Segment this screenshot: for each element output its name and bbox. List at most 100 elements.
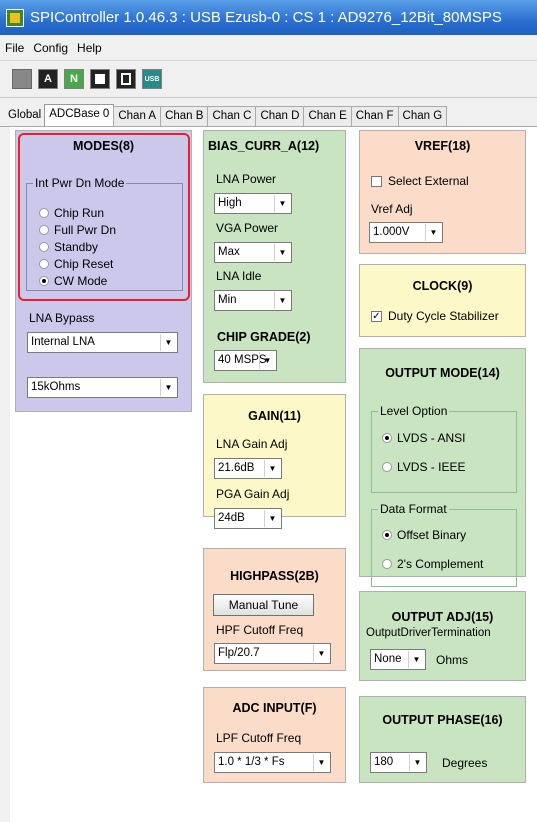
tab-content: MODES(8) Int Pwr Dn Mode Chip Run Full P… bbox=[10, 127, 537, 822]
radio-chip-reset-label: Chip Reset bbox=[54, 257, 114, 271]
lna-power-select[interactable]: High ▼ bbox=[214, 193, 292, 214]
termination-value: None bbox=[374, 653, 402, 665]
lna-power-label: LNA Power bbox=[216, 172, 277, 186]
vref-title: VREF(18) bbox=[414, 139, 471, 153]
lna-gain-select[interactable]: 21.6dB ▼ bbox=[214, 458, 282, 479]
lpf-cutoff-select[interactable]: 1.0 * 1/3 * Fs ▼ bbox=[214, 752, 331, 773]
tab-global[interactable]: Global bbox=[4, 106, 45, 126]
lpf-cutoff-value: 1.0 * 1/3 * Fs bbox=[218, 756, 285, 768]
radio-twos-complement[interactable]: 2's Complement bbox=[382, 557, 483, 571]
radio-full-pwr-dn-dot bbox=[39, 225, 49, 235]
radio-lvds-ieee[interactable]: LVDS - IEEE bbox=[382, 460, 465, 474]
radio-full-pwr-dn[interactable]: Full Pwr Dn bbox=[39, 223, 116, 237]
chevron-down-icon: ▼ bbox=[160, 379, 176, 396]
radio-offset-binary[interactable]: Offset Binary bbox=[382, 528, 466, 542]
chevron-down-icon: ▼ bbox=[274, 292, 290, 309]
radio-lvds-ansi-dot bbox=[382, 433, 392, 443]
radio-lvds-ansi[interactable]: LVDS - ANSI bbox=[382, 431, 465, 445]
tab-chan-b[interactable]: Chan B bbox=[160, 106, 209, 126]
window-title: SPIController 1.0.46.3 : USB Ezusb-0 : C… bbox=[30, 9, 502, 26]
termination-select[interactable]: None ▼ bbox=[370, 649, 426, 670]
chevron-down-icon: ▼ bbox=[264, 510, 280, 527]
highpass-title: HIGHPASS(2B) bbox=[230, 569, 319, 583]
vga-power-select[interactable]: Max ▼ bbox=[214, 242, 292, 263]
radio-chip-run[interactable]: Chip Run bbox=[39, 206, 104, 220]
vga-power-label: VGA Power bbox=[216, 221, 279, 235]
tab-chan-g[interactable]: Chan G bbox=[397, 106, 448, 126]
toolbar-usb-button[interactable]: USB bbox=[142, 69, 162, 89]
chevron-down-icon: ▼ bbox=[408, 651, 424, 668]
tab-chan-f[interactable]: Chan F bbox=[350, 106, 399, 126]
radio-lvds-ansi-label: LVDS - ANSI bbox=[397, 431, 466, 445]
chevron-down-icon: ▼ bbox=[274, 244, 290, 261]
lna-idle-value: Min bbox=[218, 294, 237, 306]
app-icon bbox=[6, 8, 24, 27]
bias-title: BIAS_CURR_A(12) bbox=[208, 139, 320, 153]
output-adj-title: OUTPUT ADJ(15) bbox=[391, 610, 494, 624]
lna-gain-label: LNA Gain Adj bbox=[216, 437, 288, 451]
select-external-checkbox[interactable]: Select External bbox=[371, 174, 469, 188]
lna-bypass-value: Internal LNA bbox=[31, 336, 95, 348]
clock-panel: CLOCK(9) bbox=[359, 264, 526, 337]
radio-lvds-ieee-dot bbox=[382, 462, 392, 472]
radio-cw-mode[interactable]: CW Mode bbox=[39, 274, 107, 288]
chevron-down-icon: ▼ bbox=[425, 224, 441, 241]
output-phase-title: OUTPUT PHASE(16) bbox=[382, 713, 503, 727]
title-bar: SPIController 1.0.46.3 : USB Ezusb-0 : C… bbox=[0, 0, 537, 35]
toolbar-chip-button[interactable] bbox=[90, 69, 110, 89]
chip-grade-select[interactable]: 40 MSPS ▼ bbox=[214, 350, 277, 371]
radio-standby-dot bbox=[39, 242, 49, 252]
duty-cycle-checkbox[interactable]: ✓ Duty Cycle Stabilizer bbox=[371, 309, 499, 323]
manual-tune-button[interactable]: Manual Tune bbox=[213, 594, 314, 616]
int-pwr-dn-label: Int Pwr Dn Mode bbox=[33, 176, 127, 190]
radio-twos-complement-dot bbox=[382, 559, 392, 569]
menu-file[interactable]: File bbox=[5, 41, 24, 55]
radio-offset-binary-label: Offset Binary bbox=[397, 528, 467, 542]
adc-input-title: ADC INPUT(F) bbox=[232, 701, 317, 715]
tab-chan-c[interactable]: Chan C bbox=[207, 106, 257, 126]
termination-unit: Ohms bbox=[436, 653, 469, 667]
lna-power-value: High bbox=[218, 197, 242, 209]
select-external-box bbox=[371, 175, 382, 187]
resistance-value: 15kOhms bbox=[31, 381, 81, 393]
chevron-down-icon: ▼ bbox=[264, 460, 280, 477]
toolbar-n-button[interactable]: N bbox=[64, 69, 84, 89]
radio-standby-label: Standby bbox=[54, 240, 99, 254]
chip-grade-title: CHIP GRADE(2) bbox=[217, 330, 311, 344]
duty-cycle-label: Duty Cycle Stabilizer bbox=[388, 309, 499, 323]
radio-standby[interactable]: Standby bbox=[39, 240, 98, 254]
vref-adj-value: 1.000V bbox=[373, 226, 410, 238]
tab-chan-a[interactable]: Chan A bbox=[113, 106, 162, 126]
data-format-label: Data Format bbox=[378, 502, 449, 516]
tab-chan-e[interactable]: Chan E bbox=[303, 106, 352, 126]
radio-chip-reset[interactable]: Chip Reset bbox=[39, 257, 113, 271]
output-phase-value: 180 bbox=[374, 756, 394, 768]
tab-chan-d[interactable]: Chan D bbox=[255, 106, 305, 126]
menu-config[interactable]: Config bbox=[33, 41, 68, 55]
toolbar-register-button[interactable] bbox=[116, 69, 136, 89]
radio-lvds-ieee-label: LVDS - IEEE bbox=[397, 460, 466, 474]
menu-help[interactable]: Help bbox=[77, 41, 102, 55]
vref-adj-select[interactable]: 1.000V ▼ bbox=[369, 222, 443, 243]
lna-bypass-label: LNA Bypass bbox=[29, 311, 95, 325]
toolbar: A N USB bbox=[0, 60, 537, 98]
resistance-select[interactable]: 15kOhms ▼ bbox=[27, 377, 178, 398]
toolbar-gray-button[interactable] bbox=[12, 69, 32, 89]
level-option-label: Level Option bbox=[378, 404, 450, 418]
hpf-cutoff-value: Flp/20.7 bbox=[218, 647, 260, 659]
tab-adcbase-0[interactable]: ADCBase 0 bbox=[44, 104, 115, 126]
gain-title: GAIN(11) bbox=[248, 409, 301, 423]
hpf-cutoff-label: HPF Cutoff Freq bbox=[216, 623, 304, 637]
lna-gain-value: 21.6dB bbox=[218, 462, 255, 474]
output-phase-select[interactable]: 180 ▼ bbox=[370, 752, 427, 773]
chevron-down-icon: ▼ bbox=[274, 195, 290, 212]
toolbar-a-button[interactable]: A bbox=[38, 69, 58, 89]
radio-twos-complement-label: 2's Complement bbox=[397, 557, 484, 571]
lna-idle-select[interactable]: Min ▼ bbox=[214, 290, 292, 311]
level-option-group: Level Option bbox=[371, 404, 517, 493]
hpf-cutoff-select[interactable]: Flp/20.7 ▼ bbox=[214, 643, 331, 664]
lna-bypass-select[interactable]: Internal LNA ▼ bbox=[27, 332, 178, 353]
pga-gain-select[interactable]: 24dB ▼ bbox=[214, 508, 282, 529]
radio-full-pwr-dn-label: Full Pwr Dn bbox=[54, 223, 117, 237]
chevron-down-icon: ▼ bbox=[313, 754, 329, 771]
